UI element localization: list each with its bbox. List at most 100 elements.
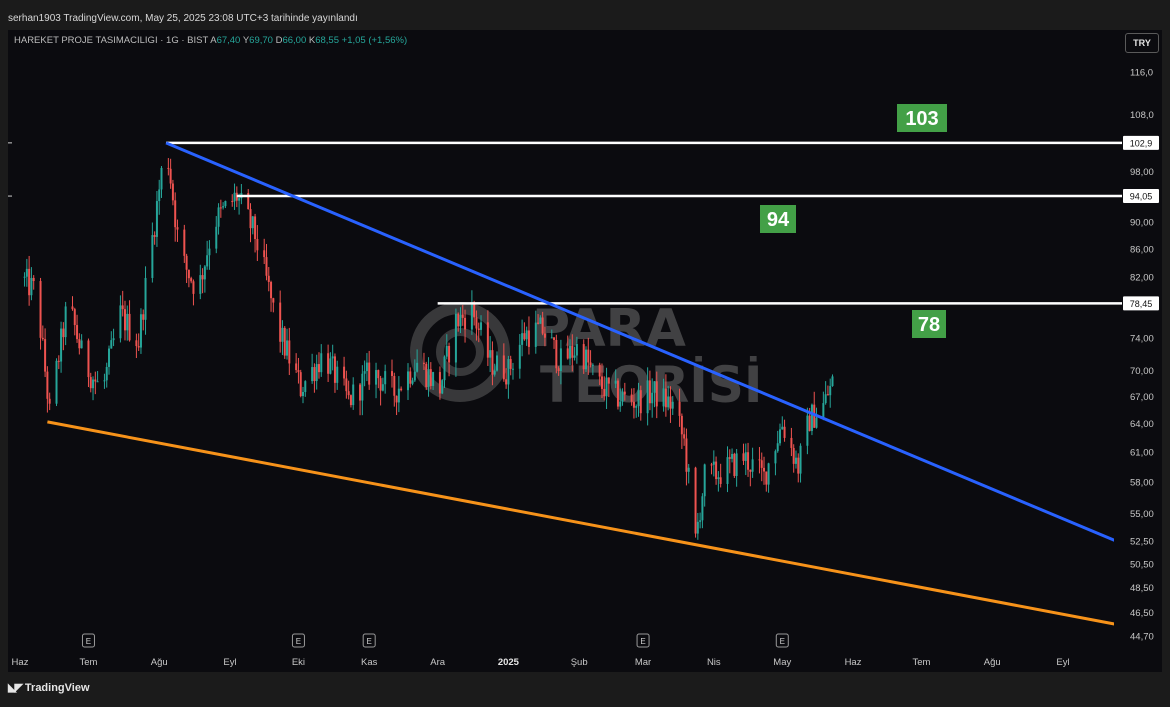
candle-body bbox=[60, 328, 63, 362]
candle-body bbox=[409, 371, 412, 384]
candle-body bbox=[80, 340, 83, 349]
candle-body bbox=[238, 198, 241, 201]
candle-body bbox=[589, 362, 592, 366]
candle-body bbox=[774, 451, 777, 464]
upper-trendline[interactable] bbox=[165, 141, 1129, 547]
candle-body bbox=[363, 371, 366, 374]
candle-body bbox=[794, 457, 797, 464]
candle-body bbox=[422, 362, 425, 364]
candle-body bbox=[222, 206, 225, 208]
candle-body bbox=[443, 356, 446, 381]
candle-body bbox=[32, 277, 35, 282]
candle-body bbox=[391, 371, 394, 376]
y-tick-label: 116,0 bbox=[1130, 68, 1153, 79]
candle-body bbox=[810, 404, 813, 431]
candlestick-series bbox=[23, 158, 834, 540]
candle-body bbox=[486, 322, 489, 358]
candle-body bbox=[71, 306, 74, 310]
candle-body bbox=[411, 380, 414, 384]
candle-body bbox=[347, 391, 350, 396]
candle-body bbox=[345, 378, 348, 392]
candle-body bbox=[448, 345, 451, 363]
candle-body bbox=[416, 362, 419, 372]
candle-body bbox=[160, 167, 163, 190]
candle-body bbox=[776, 443, 779, 452]
candle-body bbox=[765, 471, 768, 485]
candle-body bbox=[710, 464, 713, 466]
candle-body bbox=[121, 305, 124, 310]
y-tick-label: 86,00 bbox=[1130, 244, 1154, 255]
candle-body bbox=[224, 201, 227, 207]
level-price-tag-label: 94,05 bbox=[1130, 192, 1153, 202]
y-tick-label: 70,00 bbox=[1130, 366, 1154, 377]
horizontal-levels: 102,9 94,05 78,45 bbox=[8, 135, 1159, 311]
candle-body bbox=[256, 239, 259, 251]
candle-body bbox=[158, 189, 161, 202]
candle-body bbox=[781, 426, 784, 430]
candle-body bbox=[696, 521, 699, 534]
x-tick-label: Eyl bbox=[1056, 657, 1069, 668]
candle-body bbox=[329, 358, 332, 374]
candle-body bbox=[523, 333, 526, 340]
currency-button[interactable]: TRY bbox=[1125, 33, 1159, 53]
candle-body bbox=[778, 429, 781, 444]
candle-body bbox=[653, 381, 656, 393]
candle-body bbox=[480, 322, 483, 330]
candle-body bbox=[151, 235, 154, 278]
candle-body bbox=[311, 367, 314, 382]
candle-body bbox=[639, 390, 642, 414]
candle-body bbox=[667, 396, 670, 408]
candle-body bbox=[678, 401, 681, 416]
tradingview-logo-icon: ◣◤ bbox=[8, 682, 23, 694]
candle-body bbox=[397, 388, 400, 403]
candle-body bbox=[331, 356, 334, 359]
candle-body bbox=[78, 339, 81, 349]
candle-body bbox=[582, 344, 585, 370]
level-price-tag-label: 102,9 bbox=[1130, 138, 1153, 148]
candle-body bbox=[317, 364, 320, 373]
x-tick-label: Ağu bbox=[151, 657, 168, 668]
candle-body bbox=[201, 275, 204, 280]
candle-body bbox=[747, 452, 750, 470]
time-axis[interactable]: Haz Tem Ağu Eyl Eki Kas Ara 2025 Şub Mar Nis May Haz… bbox=[12, 657, 1070, 668]
candle-body bbox=[425, 363, 428, 387]
candle-body bbox=[621, 391, 624, 402]
candle-body bbox=[726, 457, 729, 484]
candle-body bbox=[28, 268, 31, 296]
candle-body bbox=[569, 345, 572, 359]
candle-body bbox=[137, 346, 140, 348]
candle-body bbox=[585, 349, 588, 370]
candle-body bbox=[64, 306, 67, 338]
lower-trendline[interactable] bbox=[47, 420, 1129, 627]
candle-body bbox=[539, 317, 542, 324]
candle-body bbox=[112, 338, 115, 341]
candle-body bbox=[96, 381, 99, 383]
candle-body bbox=[616, 380, 619, 407]
candle-body bbox=[751, 459, 754, 472]
candle-body bbox=[651, 392, 654, 404]
candle-body bbox=[23, 276, 26, 278]
y-tick-label: 64,00 bbox=[1130, 419, 1154, 430]
candle-body bbox=[438, 372, 441, 394]
candle-body bbox=[128, 313, 131, 341]
candle-body bbox=[824, 394, 827, 404]
candle-body bbox=[123, 309, 126, 331]
candle-body bbox=[655, 381, 658, 407]
level-price-tag-label: 78,45 bbox=[1130, 299, 1153, 309]
candle-body bbox=[110, 340, 113, 349]
x-tick-label: Şub bbox=[571, 657, 588, 668]
candle-body bbox=[94, 379, 97, 382]
tradingview-brand[interactable]: ◣◤ TradingView bbox=[8, 681, 90, 695]
symbol-name: HAREKET PROJE TASIMACILIGI · 1G · BIST bbox=[14, 35, 209, 46]
candle-body bbox=[733, 453, 736, 476]
candle-body bbox=[630, 394, 633, 402]
open-value: 67,40 bbox=[216, 35, 241, 46]
candle-body bbox=[144, 277, 147, 320]
candle-body bbox=[139, 314, 142, 348]
price-axis[interactable]: 116,0 108,0 98,00 90,00 86,00 82,00 74,00 70,00… bbox=[1130, 68, 1154, 643]
candle-body bbox=[365, 362, 368, 372]
candle-body bbox=[715, 461, 718, 480]
candle-body bbox=[73, 309, 76, 326]
candle-body bbox=[619, 401, 622, 407]
price-chart[interactable]: PARA TEORİSİ 102,994,0578,45 1039478 116… bbox=[0, 0, 1170, 707]
